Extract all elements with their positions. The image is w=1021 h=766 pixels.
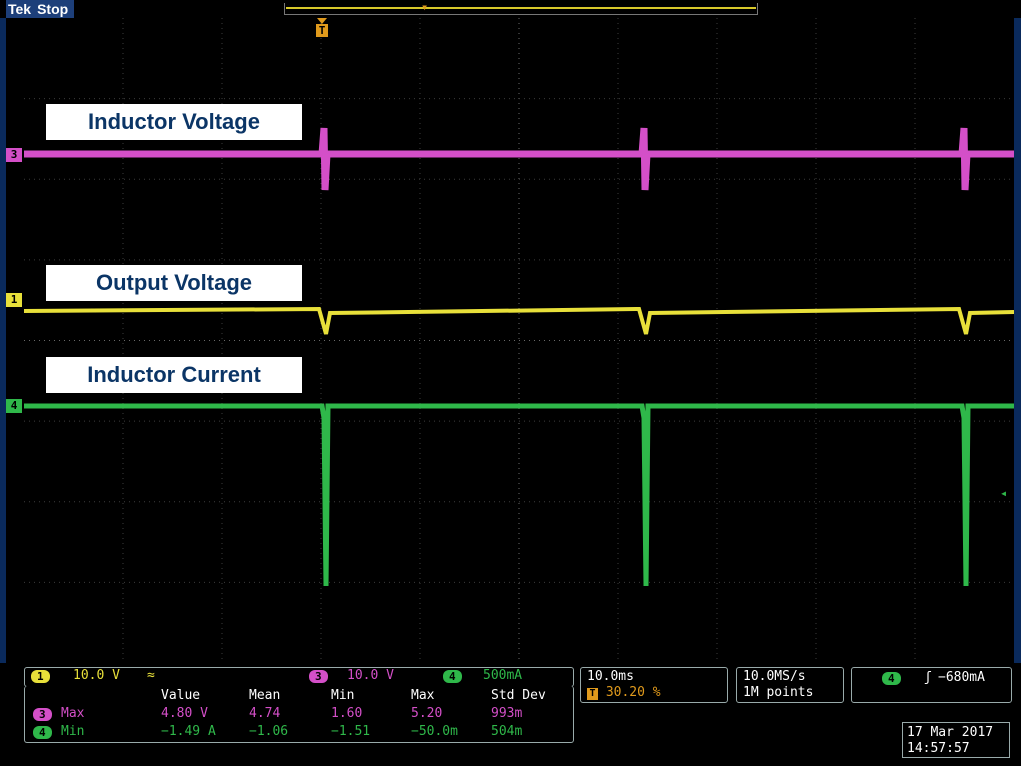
meas-row-ch4-max: −50.0m <box>411 724 458 739</box>
ch1-badge[interactable]: 1 <box>31 670 50 683</box>
meas-header-mean: Mean <box>249 688 281 703</box>
meas-header-stddev: Std Dev <box>491 688 546 703</box>
ch3-scale: 10.0 V <box>347 668 394 683</box>
ch1-scale: 10.0 V <box>73 668 120 683</box>
ch1-trace <box>24 306 1014 335</box>
meas-row-ch3-mean: 4.74 <box>249 706 281 721</box>
ch3-badge[interactable]: 3 <box>309 670 328 683</box>
brand-status: Tek Stop <box>6 0 75 18</box>
ch1-ground-marker[interactable]: 1 <box>6 293 22 307</box>
meas-row-ch4-label: Min <box>61 724 85 739</box>
meas-row-ch3-max: 5.20 <box>411 706 443 721</box>
inductor-voltage-label: Inductor Voltage <box>46 104 302 140</box>
meas-row-ch4-stddev: 504m <box>491 724 523 739</box>
ch3-ground-marker[interactable]: 3 <box>6 148 22 162</box>
trigger-position-icon[interactable]: T <box>316 18 328 42</box>
measurement-panel[interactable]: Value Mean Min Max Std Dev 3 Max 4.80 V … <box>24 686 574 743</box>
trigger-position-value: 30.20 % <box>605 685 661 700</box>
left-marker-strip <box>6 18 24 663</box>
meas-row-ch3-min: 1.60 <box>331 706 363 721</box>
trigger-t-icon: T <box>587 688 598 700</box>
meas-header-value: Value <box>161 688 201 703</box>
inductor-current-label: Inductor Current <box>46 357 302 393</box>
brand-logo: Tek <box>8 1 32 17</box>
trigger-marker-label: T <box>316 24 328 37</box>
record-length: 1M points <box>743 685 814 700</box>
trigger-source-badge: 4 <box>882 672 901 685</box>
trigger-edge-icon: ʃ <box>924 670 932 685</box>
meas-row-ch4-value: −1.49 A <box>161 724 216 739</box>
meas-row-ch3-value: 4.80 V <box>161 706 208 721</box>
ch4-ground-marker[interactable]: 4 <box>6 399 22 413</box>
meas-header-min: Min <box>331 688 355 703</box>
timebase-scale: 10.0ms <box>587 669 634 684</box>
bandwidth-limit-icon: ≈ <box>147 668 155 683</box>
sample-rate: 10.0MS/s <box>743 669 806 684</box>
record-position-bar[interactable]: ▾ <box>284 0 758 15</box>
meas-row-ch3-label: Max <box>61 706 85 721</box>
trigger-level: −680mA <box>938 670 985 685</box>
record-trigger-icon: ▾ <box>421 0 429 14</box>
meas-row-ch4-min: −1.51 <box>331 724 371 739</box>
trigger-position-readout: T 30.20 % <box>587 685 661 700</box>
meas-header-max: Max <box>411 688 435 703</box>
run-status: Stop <box>37 1 69 17</box>
trigger-panel[interactable]: 4 ʃ −680mA <box>851 667 1012 703</box>
ch4-scale: 500mA <box>483 668 523 683</box>
meas-row-ch3-badge: 3 <box>33 708 52 721</box>
output-voltage-label: Output Voltage <box>46 265 302 301</box>
trigger-level-icon: ◂ <box>1000 486 1008 500</box>
horizontal-panel[interactable]: 10.0ms T 30.20 % <box>580 667 728 703</box>
ch4-badge[interactable]: 4 <box>443 670 462 683</box>
meas-row-ch3-stddev: 993m <box>491 706 523 721</box>
vertical-settings-panel[interactable]: 1 10.0 V ≈ 3 10.0 V 4 500mA <box>24 667 574 687</box>
acquisition-panel[interactable]: 10.0MS/s 1M points <box>736 667 844 703</box>
time: 14:57:57 <box>907 741 970 756</box>
record-view-window <box>286 7 756 9</box>
date-time-readout: 17 Mar 2017 14:57:57 <box>902 722 1010 758</box>
meas-row-ch4-badge: 4 <box>33 726 52 739</box>
meas-row-ch4-mean: −1.06 <box>249 724 289 739</box>
date: 17 Mar 2017 <box>907 725 994 740</box>
